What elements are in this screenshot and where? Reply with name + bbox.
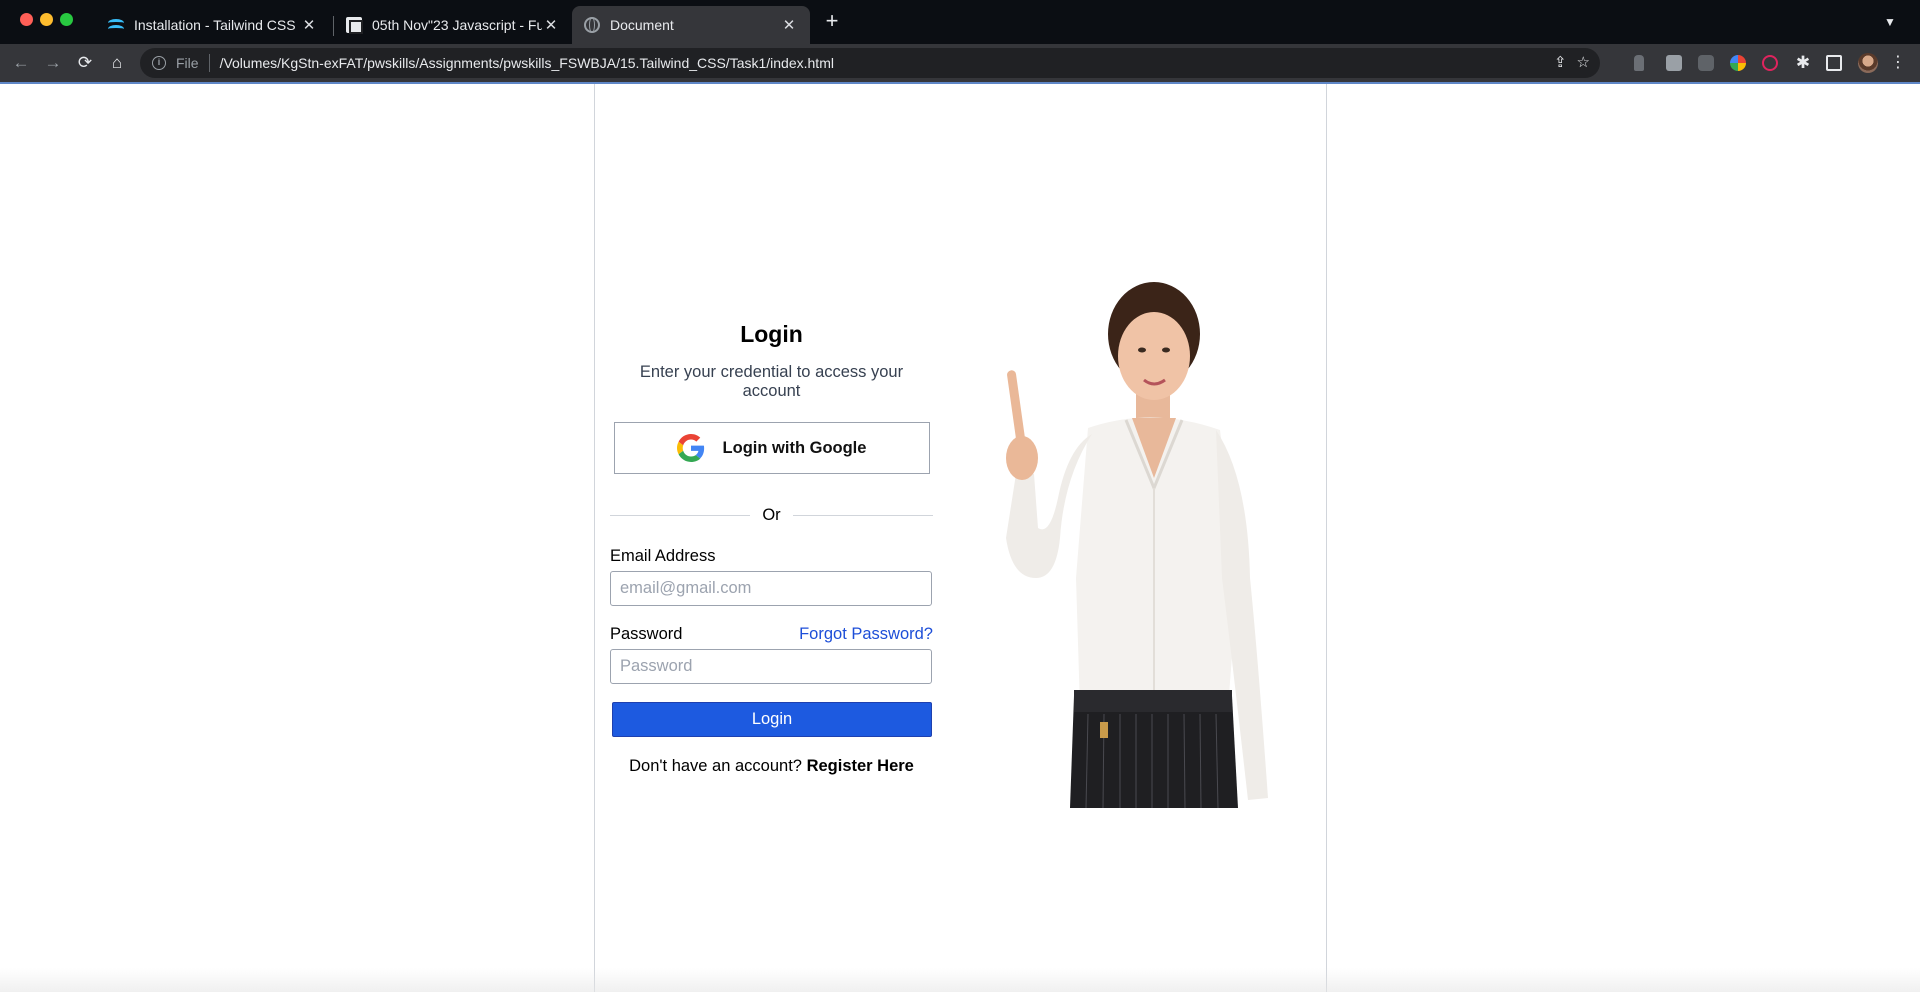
tab-title: Installation - Tailwind CSS [134, 17, 296, 33]
tailwind-icon [108, 17, 124, 33]
browser-tab-active[interactable]: Document ✕ [572, 6, 810, 44]
login-with-google-button[interactable]: Login with Google [613, 422, 930, 474]
email-label-row: Email Address [610, 547, 933, 566]
puzzle-extensions-icon[interactable]: ✱ [1790, 50, 1816, 76]
camera-extension-icon[interactable] [1666, 55, 1682, 71]
or-divider: Or [610, 506, 933, 525]
login-submit-button[interactable]: Login [612, 702, 932, 737]
register-prompt-row: Don't have an account? Register Here [610, 757, 933, 776]
login-title: Login [740, 321, 803, 347]
globe-icon [584, 17, 600, 33]
new-tab-icon[interactable]: + [820, 10, 844, 34]
login-form: Login Enter your credential to access yo… [610, 316, 933, 776]
login-subtitle: Enter your credential to access your acc… [639, 363, 904, 400]
robot-extension-icon[interactable] [1698, 55, 1714, 71]
close-tab-icon[interactable]: ✕ [542, 16, 560, 34]
page-bottom-shadow [0, 968, 1920, 992]
divider-line [610, 515, 751, 516]
page-viewport: Login Enter your credential to access yo… [0, 84, 1920, 992]
woman-pointing-illustration [1006, 282, 1268, 809]
password-label: Password [610, 625, 683, 643]
tab-title: Document [610, 17, 674, 33]
maximize-window-button[interactable] [60, 13, 73, 26]
home-icon[interactable]: ⌂ [104, 50, 130, 76]
close-window-button[interactable] [20, 13, 33, 26]
close-tab-icon[interactable]: ✕ [300, 16, 318, 34]
info-icon[interactable]: i [152, 56, 166, 70]
register-link[interactable]: Register Here [807, 757, 914, 775]
address-separator [208, 54, 210, 72]
tab-search-chevron-icon[interactable]: ▼ [1880, 12, 1900, 32]
minimize-window-button[interactable] [40, 13, 53, 26]
forward-arrow-icon[interactable]: → [40, 50, 66, 76]
divider-line [792, 515, 933, 516]
register-prompt: Don't have an account? [629, 757, 802, 775]
google-icon [676, 434, 704, 462]
email-field[interactable] [610, 571, 932, 606]
browser-toolbar: ← → ⟳ ⌂ i File /Volumes/KgStn-exFAT/pwsk… [0, 44, 1920, 82]
address-bar[interactable]: i File /Volumes/KgStn-exFAT/pwskills/Ass… [140, 48, 1600, 78]
divider-text: Or [762, 506, 781, 524]
scheme-label: File [176, 55, 199, 71]
browser-tab[interactable]: Installation - Tailwind CSS ✕ [96, 6, 330, 44]
extension-icon[interactable] [1634, 55, 1644, 71]
forgot-password-link[interactable]: Forgot Password? [799, 625, 933, 644]
bookmark-star-icon[interactable]: ☆ [1577, 53, 1590, 71]
browser-menu-icon[interactable]: ⋮ [1890, 53, 1906, 73]
back-arrow-icon[interactable]: ← [8, 50, 34, 76]
document-icon [346, 17, 363, 34]
record-extension-icon[interactable] [1762, 55, 1778, 71]
email-label: Email Address [610, 547, 716, 565]
password-field[interactable] [610, 649, 932, 684]
tab-title: 05th Nov"23 Javascript - Full [372, 17, 542, 33]
close-tab-icon[interactable]: ✕ [780, 16, 798, 34]
profile-avatar[interactable] [1858, 53, 1878, 73]
browser-tab[interactable]: 05th Nov"23 Javascript - Full ✕ [334, 6, 572, 44]
share-icon[interactable]: ⇪ [1554, 53, 1567, 71]
password-label-row: Password Forgot Password? [610, 625, 933, 644]
google-button-label: Login with Google [722, 438, 867, 457]
side-panel-icon[interactable] [1826, 55, 1842, 71]
color-picker-extension-icon[interactable] [1730, 55, 1746, 71]
reload-icon[interactable]: ⟳ [72, 50, 98, 76]
browser-tab-bar: Installation - Tailwind CSS ✕ 05th Nov"2… [0, 0, 1920, 44]
url-text[interactable]: /Volumes/KgStn-exFAT/pwskills/Assignment… [220, 55, 834, 71]
